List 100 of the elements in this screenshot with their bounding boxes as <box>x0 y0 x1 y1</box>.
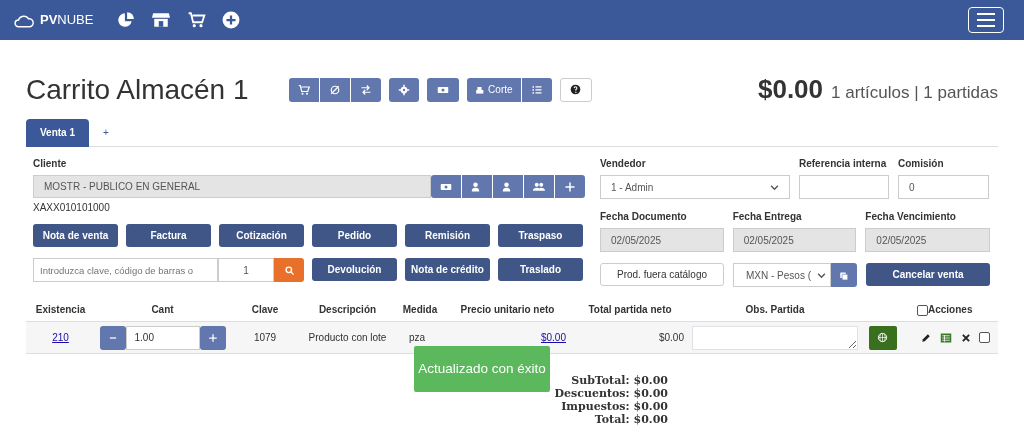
cart-icon <box>297 83 310 96</box>
exchange-rate-button[interactable] <box>831 263 857 287</box>
column-header: Existencia <box>35 304 86 315</box>
increase-button[interactable] <box>199 325 226 350</box>
document-type-button[interactable]: Remisión <box>405 224 490 247</box>
chevron-down-icon <box>770 182 779 192</box>
column-header: Obs. Partida <box>745 304 805 315</box>
globe-icon <box>877 332 888 343</box>
total-label: Impuestos: <box>561 400 630 413</box>
chevron-down-icon <box>817 270 826 280</box>
out-of-catalog-button[interactable]: Prod. fuera catálogo <box>600 263 724 286</box>
field-label: Fecha Documento <box>600 210 688 224</box>
add-circle-icon <box>222 11 241 29</box>
action-button[interactable]: Nota de crédito <box>405 258 490 281</box>
column-header: Total partida neto <box>588 304 672 315</box>
product-search-field[interactable]: Introduzca clave, código de barras o <box>33 258 218 282</box>
list-button[interactable] <box>521 77 552 102</box>
currency-select[interactable]: MXN - Pesos ( <box>733 263 831 287</box>
row-checkbox[interactable] <box>979 332 990 343</box>
exchange-button[interactable] <box>350 77 381 102</box>
pencil-icon <box>921 332 931 343</box>
total-value: $0.00 <box>633 400 668 413</box>
brand-logo-text[interactable]: PVNUBE <box>40 10 94 30</box>
globe-button[interactable] <box>868 325 897 350</box>
column-header: Cant <box>151 304 174 315</box>
corte-button[interactable]: Corte <box>466 77 521 102</box>
notes-field[interactable] <box>692 325 858 350</box>
vendor-select[interactable]: 1 - Admin <box>600 175 790 199</box>
cart-total: $0.00 <box>757 73 824 106</box>
total-label: Descuentos: <box>554 387 630 400</box>
client-field[interactable]: MOSTR - PUBLICO EN GENERAL <box>33 175 431 198</box>
date-field[interactable]: 02/05/2025 <box>865 228 990 252</box>
exchange-icon <box>359 83 372 96</box>
users-button[interactable] <box>524 175 554 198</box>
select-all-checkbox[interactable] <box>917 304 928 316</box>
table-icon <box>939 331 953 344</box>
stock-link[interactable]: 210 <box>52 332 69 343</box>
document-type-button[interactable]: Traspaso <box>498 224 583 247</box>
document-type-button[interactable]: Factura <box>126 224 211 247</box>
quantity-field[interactable]: 1 <box>218 258 274 282</box>
settings-button[interactable] <box>388 77 419 102</box>
commission-field[interactable]: 0 <box>898 175 989 199</box>
help-button[interactable] <box>559 77 592 102</box>
add-client-button[interactable] <box>555 175 585 198</box>
cart-button[interactable] <box>288 77 319 102</box>
internal-reference-field[interactable] <box>799 175 889 199</box>
total-value: $0.00 <box>633 374 668 387</box>
field-label: Fecha Entrega <box>732 210 803 224</box>
tab[interactable]: + <box>89 119 123 147</box>
total-value: $0.00 <box>633 413 668 426</box>
document-type-button[interactable]: Nota de venta <box>33 224 118 247</box>
table-cell: 1079 <box>253 332 277 343</box>
store-icon <box>151 11 172 29</box>
column-header: Acciones <box>928 304 973 315</box>
field-label: Vendedor <box>600 157 647 171</box>
field-label: Cliente <box>33 157 68 171</box>
date-field[interactable]: 02/05/2025 <box>600 228 724 252</box>
action-button[interactable]: Devolución <box>312 258 397 281</box>
circle-slash-icon <box>328 83 341 96</box>
pie-chart-icon <box>117 11 136 29</box>
column-header: Precio unitario neto <box>460 304 555 315</box>
cash-button[interactable] <box>426 77 459 102</box>
tab[interactable]: Venta 1 <box>26 119 90 147</box>
column-header: Clave <box>251 304 279 315</box>
plus-icon <box>564 180 576 193</box>
total-label: SubTotal: <box>571 374 630 387</box>
total-label: Total: <box>594 413 630 426</box>
plus-icon <box>207 332 218 343</box>
price-link[interactable]: $0.00 <box>540 332 566 343</box>
id-card-button[interactable] <box>431 175 461 198</box>
menu-button[interactable] <box>968 7 1004 33</box>
stacked-cards-icon <box>839 269 849 281</box>
action-button[interactable]: Traslado <box>498 258 583 281</box>
field-label: Referencia interna <box>799 157 888 171</box>
table-cell: $0.00 <box>658 332 684 343</box>
sync-button[interactable] <box>319 77 350 102</box>
quantity-field[interactable]: 1.00 <box>125 325 200 350</box>
document-type-button[interactable]: Cotización <box>219 224 304 247</box>
success-toast: Actualizado con éxito <box>414 346 550 392</box>
page-title: Carrito Almacén 1 <box>26 72 249 107</box>
field-label: Comisión <box>898 157 945 171</box>
cancel-sale-button[interactable]: Cancelar venta <box>866 263 990 286</box>
field-label: Fecha Vencimiento <box>865 210 957 224</box>
help-icon <box>570 84 582 95</box>
search-button[interactable] <box>274 258 304 282</box>
list-icon <box>530 83 543 96</box>
table-cell: pza <box>409 332 426 343</box>
rfc-text: XAXX010101000 <box>33 201 111 214</box>
cart-icon <box>187 11 207 29</box>
close-icon <box>961 332 971 343</box>
users-icon <box>533 180 545 193</box>
date-field[interactable]: 02/05/2025 <box>732 228 857 252</box>
user-settings-button[interactable] <box>462 175 492 198</box>
column-header: Descripción <box>318 304 377 315</box>
column-header: Medida <box>402 304 438 315</box>
cart-summary: 1 artículos | 1 partidas <box>831 82 998 104</box>
document-type-button[interactable]: Pedido <box>312 224 397 247</box>
user-edit-button[interactable] <box>493 175 523 198</box>
table-cell: Producto con lote <box>308 332 387 343</box>
decrease-button[interactable] <box>99 325 126 350</box>
